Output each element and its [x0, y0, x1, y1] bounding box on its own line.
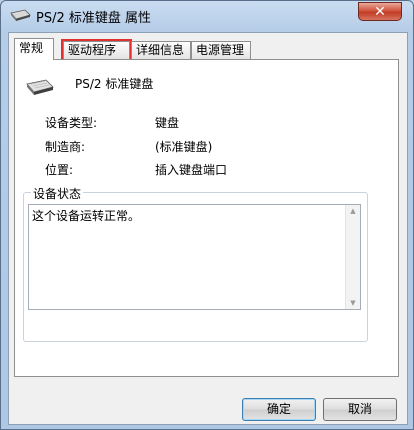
device-type-label: 设备类型:: [45, 116, 98, 130]
tab-general[interactable]: 常规: [14, 38, 54, 60]
window-title: PS/2 标准键盘 属性: [36, 11, 152, 26]
location-label: 位置:: [45, 163, 74, 177]
device-status-label: 设备状态: [31, 185, 84, 202]
scroll-down-icon[interactable]: ▼: [348, 298, 358, 308]
ok-button[interactable]: 确定: [242, 398, 316, 421]
device-status-text: 这个设备运转正常。: [32, 209, 141, 223]
close-icon: ✕: [374, 4, 386, 20]
tab-strip: 常规 驱动程序 详细信息 电源管理: [14, 38, 404, 61]
title-bar[interactable]: PS/2 标准键盘 属性 ✕: [1, 1, 413, 31]
device-name: PS/2 标准键盘: [75, 77, 154, 91]
general-tab-panel: PS/2 标准键盘 设备类型: 键盘 制造商: (标准键盘) 位置: 插入键盘端…: [14, 59, 399, 377]
status-scrollbar[interactable]: ▲ ▼: [345, 205, 360, 309]
location-value: 插入键盘端口: [155, 163, 228, 177]
device-status-group: 设备状态 这个设备运转正常。 ▲ ▼: [23, 185, 368, 342]
keyboard-icon: [10, 9, 31, 21]
cancel-button[interactable]: 取消: [323, 398, 397, 421]
manufacturer-value: (标准键盘): [155, 140, 213, 154]
properties-window: PS/2 标准键盘 属性 ✕ 常规 驱动程序 详细信息 电源管理 PS/2 标准…: [0, 0, 414, 430]
manufacturer-label: 制造商:: [45, 140, 86, 154]
tab-driver[interactable]: 驱动程序: [61, 39, 132, 61]
device-type-value: 键盘: [155, 116, 180, 130]
dialog-client: 常规 驱动程序 详细信息 电源管理 PS/2 标准键盘 设备类型: 键盘 制造商…: [8, 32, 408, 425]
device-status-textbox[interactable]: 这个设备运转正常。 ▲ ▼: [28, 204, 361, 310]
tab-details[interactable]: 详细信息: [131, 41, 191, 59]
keyboard-icon: [26, 79, 54, 95]
tab-power-management[interactable]: 电源管理: [191, 41, 251, 59]
scroll-up-icon[interactable]: ▲: [348, 206, 358, 216]
close-button[interactable]: ✕: [358, 2, 402, 21]
